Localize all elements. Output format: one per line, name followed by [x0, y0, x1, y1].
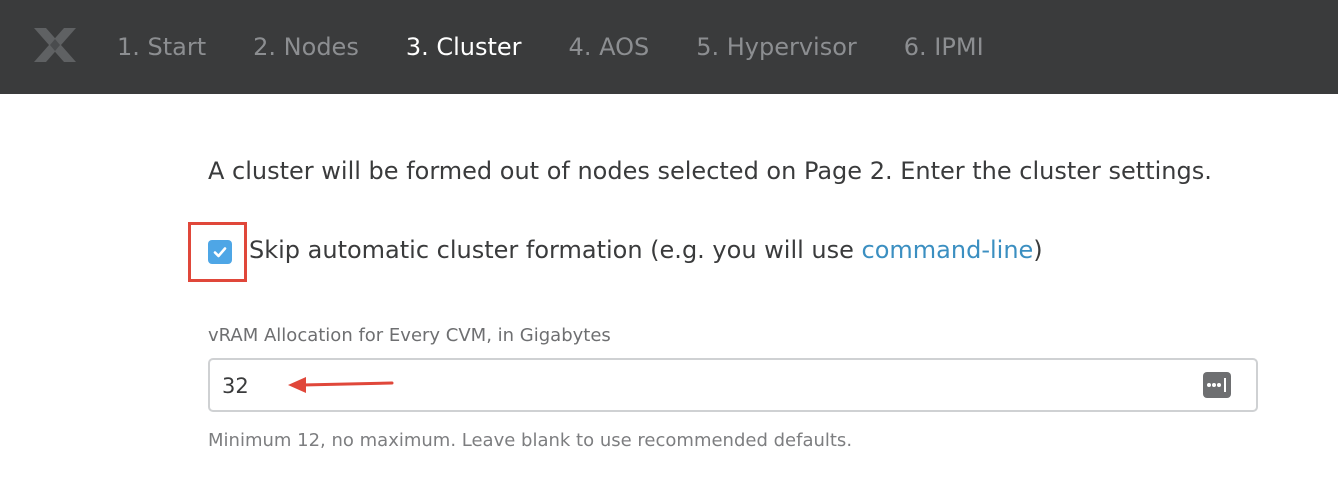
command-line-link[interactable]: command-line [862, 236, 1034, 264]
skip-cluster-formation-label: Skip automatic cluster formation (e.g. y… [249, 236, 1043, 264]
top-nav-bar: 1. Start 2. Nodes 3. Cluster 4. AOS 5. H… [0, 0, 1338, 94]
vram-field-label: vRAM Allocation for Every CVM, in Gigaby… [208, 325, 611, 346]
wizard-steps: 1. Start 2. Nodes 3. Cluster 4. AOS 5. H… [117, 0, 1031, 94]
step-aos[interactable]: 4. AOS [569, 33, 650, 61]
step-ipmi[interactable]: 6. IPMI [904, 33, 984, 61]
password-dots-icon[interactable] [1203, 372, 1231, 398]
skip-label-prefix: Skip automatic cluster formation (e.g. y… [249, 236, 862, 264]
step-cluster[interactable]: 3. Cluster [406, 33, 522, 61]
intro-text: A cluster will be formed out of nodes se… [208, 157, 1212, 185]
step-hypervisor[interactable]: 5. Hypervisor [696, 33, 857, 61]
skip-cluster-formation-checkbox[interactable] [208, 240, 232, 264]
step-start[interactable]: 1. Start [117, 33, 206, 61]
nutanix-x-logo-icon [34, 28, 76, 62]
vram-hint-text: Minimum 12, no maximum. Leave blank to u… [208, 430, 853, 451]
skip-label-suffix: ) [1033, 236, 1043, 264]
step-nodes[interactable]: 2. Nodes [253, 33, 359, 61]
annotation-arrow [288, 377, 394, 393]
checkmark-icon [213, 247, 227, 258]
password-dots-glyph [1207, 378, 1226, 392]
